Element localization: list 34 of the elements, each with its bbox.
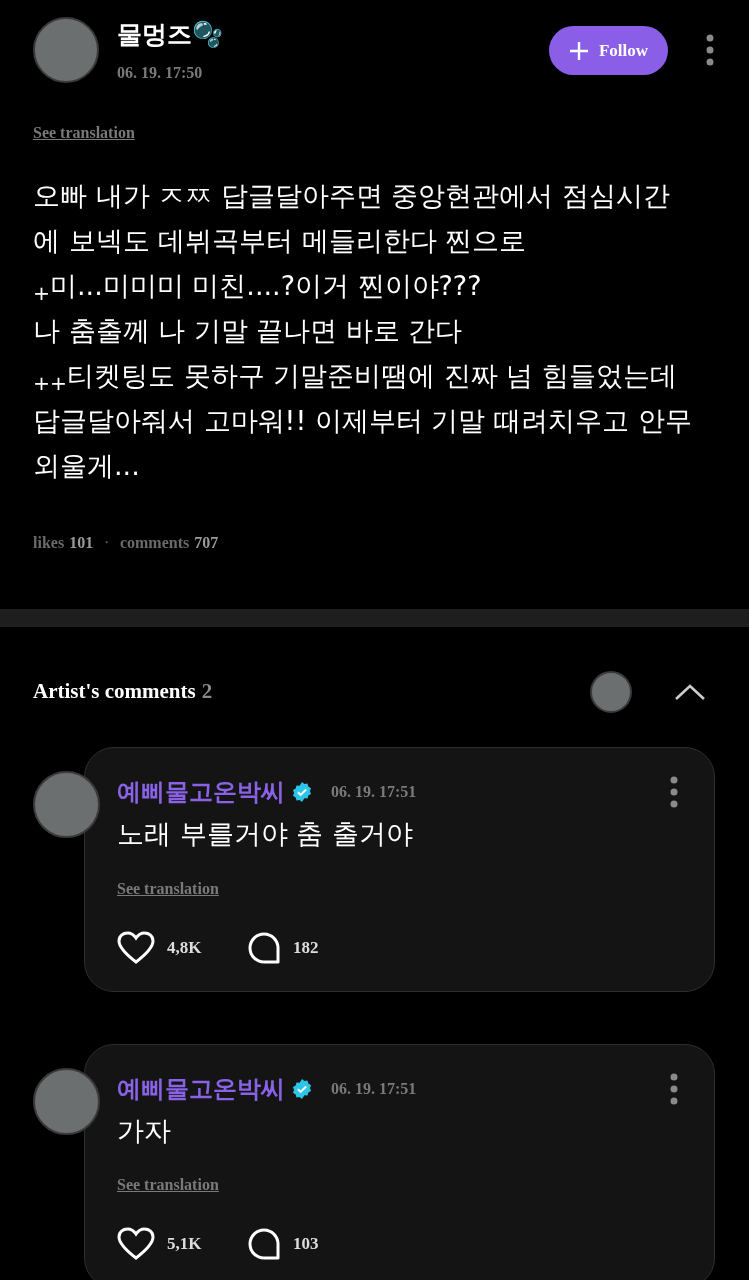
chevron-up-icon[interactable] — [674, 683, 706, 701]
like-count: 4,8K — [167, 936, 203, 959]
see-translation-link[interactable]: See translation — [117, 876, 219, 901]
see-translation-link[interactable]: See translation — [117, 1173, 219, 1197]
comments-count: 707 — [194, 533, 219, 553]
reply-count: 182 — [293, 936, 319, 959]
plus-icon — [568, 40, 589, 61]
likes-count: 101 — [69, 533, 94, 553]
see-translation-link[interactable]: See translation — [33, 121, 135, 145]
separator-dot: • — [105, 537, 108, 549]
artist-avatar — [590, 671, 632, 713]
comment-count: 2 — [201, 678, 213, 706]
more-options-icon[interactable] — [670, 1072, 678, 1105]
more-options-icon[interactable] — [706, 34, 714, 66]
comment-time: 06. 19. 17:51 — [331, 782, 417, 802]
comments-label: comments — [119, 533, 190, 553]
post-body: 오빠 내가 ㅈㅉ 답글달아주면 중앙현관에서 점심시간 에 보넥도 데뷔곡부터 메들리한다 찐으로 $_{+}$미...미미미 미친....?이거 찐이야??? 나 춤출께 나 기말 끝나면 바로 간다 $_{++}$티켓팅도 못하구 기말준비땜에 진짜 넘 힘들었는데 답글달아줘서 고마워!! 이제부터 기말 때려치우고 안무 외울게... — [33, 179, 693, 483]
heart-icon[interactable] — [117, 1227, 155, 1261]
heart-icon[interactable] — [117, 930, 155, 965]
post-author[interactable]: 물멍즈🫧 — [117, 17, 223, 53]
more-options-icon[interactable] — [670, 776, 678, 808]
reply-count: 103 — [293, 1233, 319, 1256]
follow-button[interactable]: Follow — [548, 26, 668, 75]
comment-author[interactable]: 예삐물고온박씨 — [117, 1070, 285, 1107]
post-time: 06. 19. 17:50 — [117, 63, 204, 83]
section-title: Artist's comments — [33, 678, 196, 706]
comment-author[interactable]: 예삐물고온박씨 — [117, 774, 285, 810]
likes-label: likes — [33, 533, 65, 553]
comment-bubble-icon[interactable] — [247, 1227, 281, 1261]
comment-text: 노래 부를거야 춤 출거야 — [117, 817, 414, 851]
like-count: 5,1K — [167, 1233, 203, 1256]
comment-time: 06. 19. 17:51 — [331, 1078, 417, 1099]
comment-text: 가자 — [117, 1113, 172, 1148]
comment-bubble-icon[interactable] — [247, 930, 281, 965]
